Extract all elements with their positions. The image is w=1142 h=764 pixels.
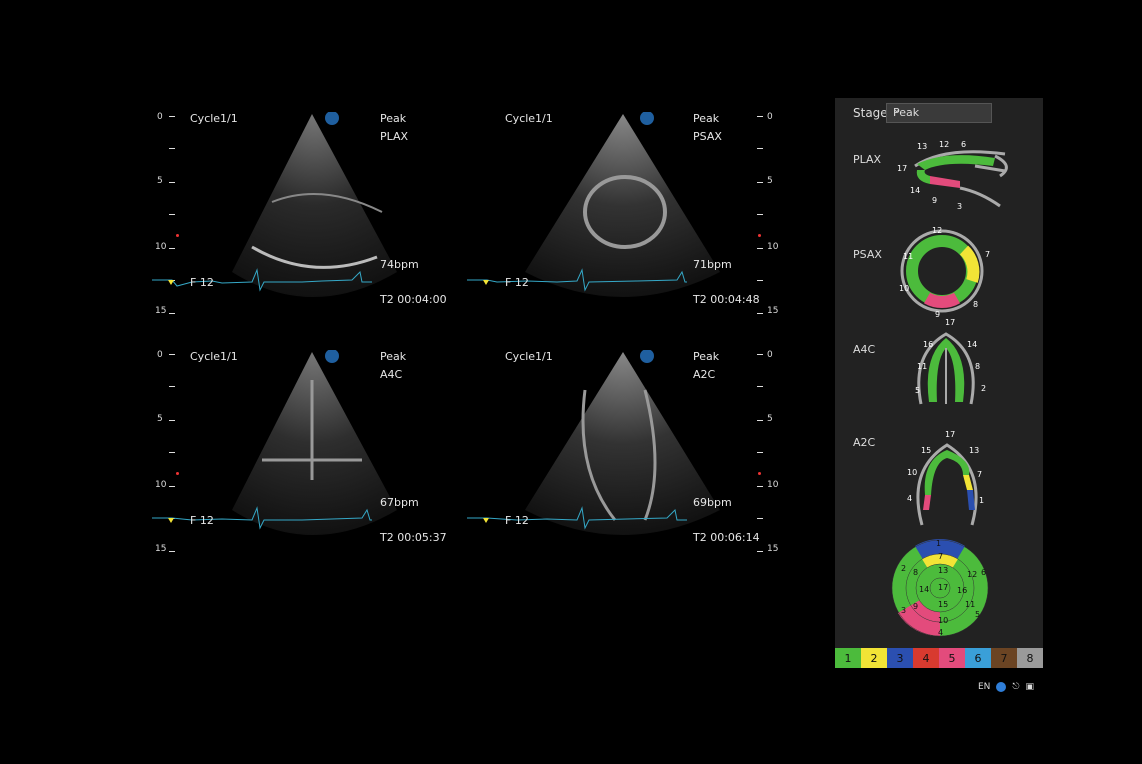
depth-0: 0 [157, 112, 163, 122]
depth-15: 15 [155, 306, 167, 316]
stage-label: Peak [380, 112, 407, 125]
frame-label: F 12 [505, 514, 529, 527]
ecg-trace [467, 506, 687, 530]
us-image-psax[interactable]: Cycle1/1 Peak PSAX 71bpm F 12 T2 00:04:4… [465, 108, 778, 328]
stage-label: Peak [693, 350, 720, 363]
network-icon: ▣ [1025, 682, 1035, 692]
frame-label: F 12 [190, 514, 214, 527]
depth-15: 15 [155, 544, 167, 554]
view-label-psax: PSAX [853, 248, 882, 261]
ecg-trace [152, 506, 372, 530]
heart-rate: 71bpm [693, 258, 732, 271]
depth-5: 5 [157, 176, 163, 186]
time-label: T2 00:04:00 [380, 293, 447, 306]
view-label-a4c: A4C [853, 343, 876, 356]
depth-10: 10 [767, 480, 779, 490]
us-image-plax[interactable]: 0 5 10 15 Cycle1/1 Peak PLAX 74bpm F 12 … [150, 108, 450, 328]
depth-5: 5 [157, 414, 163, 424]
usb-icon: ⎋ [1012, 682, 1020, 692]
ecg-trace [152, 268, 372, 292]
view-label: A2C [693, 368, 716, 381]
view-label: A4C [380, 368, 403, 381]
depth-15: 15 [767, 306, 779, 316]
view-label-a2c: A2C [853, 436, 876, 449]
depth-10: 10 [155, 242, 167, 252]
depth-5: 5 [767, 414, 773, 424]
depth-0: 0 [157, 350, 163, 360]
depth-scale: 0 5 10 15 [757, 346, 787, 566]
legend-item-1[interactable]: 1 [835, 648, 861, 668]
language-indicator[interactable]: EN [978, 682, 990, 692]
frame-label: F 12 [505, 276, 529, 289]
depth-15: 15 [767, 544, 779, 554]
stage-label: Peak [693, 112, 720, 125]
status-bar: EN ⎋ ▣ [978, 680, 1034, 694]
depth-10: 10 [155, 480, 167, 490]
ecg-trace [467, 268, 687, 292]
frame-label: F 12 [190, 276, 214, 289]
a2c-diagram[interactable] [907, 430, 997, 530]
legend-item-4[interactable]: 4 [913, 648, 939, 668]
heart-rate: 69bpm [693, 496, 732, 509]
globe-icon [996, 682, 1007, 692]
depth-0: 0 [767, 112, 773, 122]
depth-10: 10 [767, 242, 779, 252]
heart-rate: 74bpm [380, 258, 419, 271]
score-legend: 1 2 3 4 5 6 7 8 [835, 648, 1043, 668]
time-label: T2 00:04:48 [693, 293, 760, 306]
stage-select[interactable]: Peak ⌄ [886, 103, 992, 123]
depth-0: 0 [767, 350, 773, 360]
chevron-down-icon: ⌄ [893, 105, 901, 115]
stage-select-label: Stage [853, 106, 888, 120]
time-label: T2 00:06:14 [693, 531, 760, 544]
us-image-a4c[interactable]: 0 5 10 15 Cycle1/1 Peak A4C 67bpm F 12 T… [150, 346, 450, 566]
us-image-a2c[interactable]: Cycle1/1 Peak A2C 69bpm F 12 T2 00:06:14… [465, 346, 778, 566]
heart-rate: 67bpm [380, 496, 419, 509]
legend-item-2[interactable]: 2 [861, 648, 887, 668]
psax-diagram[interactable] [897, 226, 997, 316]
depth-scale: 0 5 10 15 [757, 108, 787, 328]
legend-item-6[interactable]: 6 [965, 648, 991, 668]
stage-label: Peak [380, 350, 407, 363]
view-label: PSAX [693, 130, 722, 143]
view-label-plax: PLAX [853, 153, 882, 166]
legend-item-7[interactable]: 7 [991, 648, 1017, 668]
view-label: PLAX [380, 130, 409, 143]
legend-item-3[interactable]: 3 [887, 648, 913, 668]
legend-item-8[interactable]: 8 [1017, 648, 1043, 668]
time-label: T2 00:05:37 [380, 531, 447, 544]
depth-5: 5 [767, 176, 773, 186]
wall-motion-panel: Stage Peak ⌄ PLAX 13 12 6 17 14 9 3 PSAX… [835, 98, 1043, 668]
legend-item-5[interactable]: 5 [939, 648, 965, 668]
